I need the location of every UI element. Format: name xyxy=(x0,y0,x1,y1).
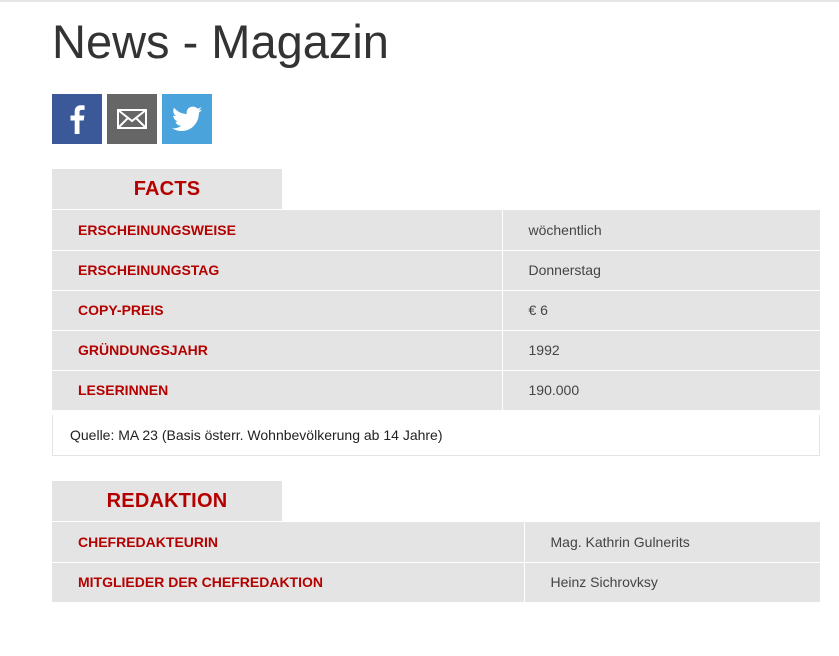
fact-label: ERSCHEINUNGSWEISE xyxy=(52,210,502,251)
table-row: ERSCHEINUNGSWEISE wöchentlich xyxy=(52,210,820,251)
fact-value: € 6 xyxy=(501,290,820,331)
facts-heading: FACTS xyxy=(52,169,282,209)
redaktion-heading: REDAKTION xyxy=(52,481,282,521)
table-row: GRÜNDUNGSJAHR 1992 xyxy=(52,330,820,371)
page-title: News - Magazin xyxy=(52,15,389,68)
redaktion-value: Mag. Kathrin Gulnerits xyxy=(523,522,820,563)
table-row: CHEFREDAKTEURIN Mag. Kathrin Gulnerits xyxy=(52,522,820,563)
twitter-share-button[interactable] xyxy=(162,94,212,144)
fact-label: COPY-PREIS xyxy=(52,290,502,331)
top-border xyxy=(0,0,839,2)
fact-label: LESERINNEN xyxy=(52,370,502,410)
fact-value: wöchentlich xyxy=(501,210,820,251)
mail-icon xyxy=(117,109,147,129)
facebook-icon xyxy=(67,104,87,134)
fact-value: Donnerstag xyxy=(501,250,820,291)
twitter-icon xyxy=(172,106,202,132)
fact-label: GRÜNDUNGSJAHR xyxy=(52,330,502,371)
fact-label: ERSCHEINUNGSTAG xyxy=(52,250,502,291)
facts-table: ERSCHEINUNGSWEISE wöchentlich ERSCHEINUN… xyxy=(52,210,820,410)
table-row: ERSCHEINUNGSTAG Donnerstag xyxy=(52,250,820,291)
table-row: MITGLIEDER DER CHEFREDAKTION Heinz Sichr… xyxy=(52,562,820,602)
redaktion-value: Heinz Sichrovksy xyxy=(523,562,820,602)
share-buttons xyxy=(52,94,212,144)
email-share-button[interactable] xyxy=(107,94,157,144)
facebook-share-button[interactable] xyxy=(52,94,102,144)
fact-value: 190.000 xyxy=(501,370,820,410)
redaktion-label: MITGLIEDER DER CHEFREDAKTION xyxy=(52,562,524,602)
redaktion-label: CHEFREDAKTEURIN xyxy=(52,522,524,563)
table-row: LESERINNEN 190.000 xyxy=(52,370,820,410)
table-row: COPY-PREIS € 6 xyxy=(52,290,820,331)
redaktion-table: CHEFREDAKTEURIN Mag. Kathrin Gulnerits M… xyxy=(52,522,820,602)
source-note: Quelle: MA 23 (Basis österr. Wohnbevölke… xyxy=(52,415,820,456)
fact-value: 1992 xyxy=(501,330,820,371)
